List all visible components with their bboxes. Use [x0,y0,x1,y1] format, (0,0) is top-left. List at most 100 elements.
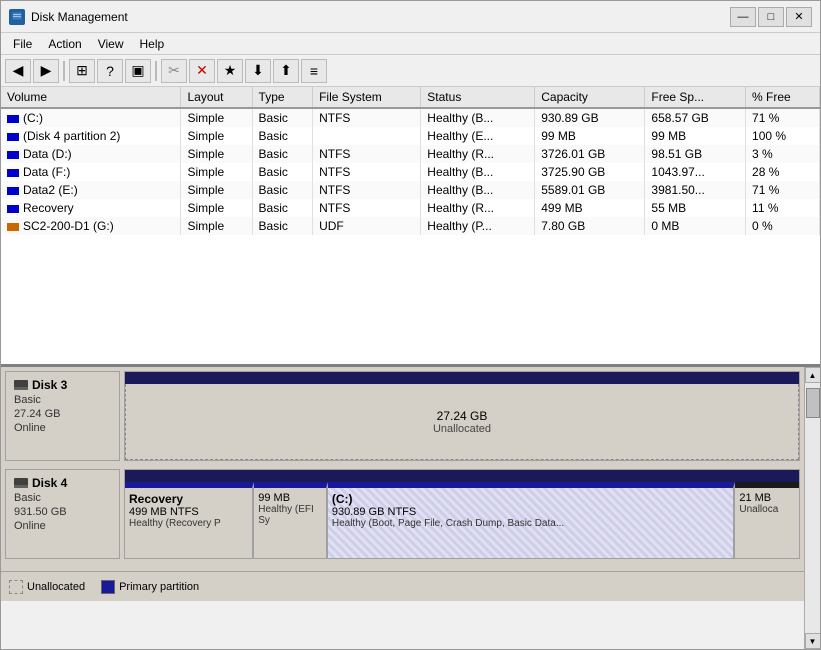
vol-icon [7,151,19,159]
col-layout[interactable]: Layout [181,87,252,108]
title-bar: Disk Management — □ ✕ [1,1,820,33]
delete-button[interactable]: ✕ [189,59,215,83]
col-status[interactable]: Status [421,87,535,108]
disk3-row: Disk 3 Basic 27.24 GB Online 27.24 GB [5,371,800,461]
cell-volume: SC2-200-D1 (G:) [1,217,181,235]
list-button[interactable]: ⊞ [69,59,95,83]
cell-layout: Simple [181,145,252,163]
col-type[interactable]: Type [252,87,313,108]
close-button[interactable]: ✕ [786,7,812,27]
vol-icon [7,187,19,195]
disk4-partitions: Recovery499 MB NTFSHealthy (Recovery P99… [124,469,800,559]
legend-primary: Primary partition [101,580,199,594]
table-row[interactable]: SC2-200-D1 (G:) Simple Basic UDF Healthy… [1,217,820,235]
table-row[interactable]: Data (D:) Simple Basic NTFS Healthy (R..… [1,145,820,163]
mark-active-button[interactable]: ★ [217,59,243,83]
disk3-inner: 27.24 GB Unallocated [125,384,799,460]
table-row[interactable]: Data2 (E:) Simple Basic NTFS Healthy (B.… [1,181,820,199]
col-fs[interactable]: File System [313,87,421,108]
col-pct[interactable]: % Free [746,87,820,108]
maximize-button[interactable]: □ [758,7,784,27]
cell-pct: 11 % [746,199,820,217]
cell-type: Basic [252,127,313,145]
disk4-partition-2[interactable]: (C:)930.89 GB NTFSHealthy (Boot, Page Fi… [328,482,736,558]
back-button[interactable]: ◀ [5,59,31,83]
volume-table: Volume Layout Type File System Status Ca… [1,87,820,235]
partition-name: Recovery [129,492,248,506]
cell-volume: Data (F:) [1,163,181,181]
cell-fs: NTFS [313,181,421,199]
toolbar: ◀ ▶ ⊞ ? ▣ ✂ ✕ ★ ⬇ ⬆ ≡ [1,55,820,87]
cell-volume: Data (D:) [1,145,181,163]
cell-fs: NTFS [313,145,421,163]
view-button[interactable]: ≡ [301,59,327,83]
cell-status: Healthy (R... [421,145,535,163]
col-volume[interactable]: Volume [1,87,181,108]
cell-status: Healthy (E... [421,127,535,145]
table-row[interactable]: Data (F:) Simple Basic NTFS Healthy (B..… [1,163,820,181]
cell-volume: Data2 (E:) [1,181,181,199]
menu-view[interactable]: View [90,35,132,53]
help-button[interactable]: ? [97,59,123,83]
disk3-unalloc-label: Unallocated [433,423,491,435]
disk3-name-text: Disk 3 [32,378,67,392]
cell-capacity: 499 MB [535,199,645,217]
cell-volume: Recovery [1,199,181,217]
partition-size: 99 MB [258,492,322,504]
menu-action[interactable]: Action [40,35,89,53]
cell-fs: NTFS [313,108,421,127]
cell-volume: (C:) [1,108,181,127]
forward-button[interactable]: ▶ [33,59,59,83]
main-content: Volume Layout Type File System Status Ca… [1,87,820,649]
scroll-down-btn[interactable]: ▼ [805,633,821,649]
cell-fs: UDF [313,217,421,235]
vol-icon [7,223,19,231]
partition-status: Healthy (Boot, Page File, Crash Dump, Ba… [332,518,730,529]
disk3-label: Disk 3 Basic 27.24 GB Online [5,371,120,461]
cell-pct: 0 % [746,217,820,235]
partition-status: Healthy (Recovery P [129,518,248,529]
minimize-button[interactable]: — [730,7,756,27]
partition-status: Unalloca [739,504,795,515]
col-capacity[interactable]: Capacity [535,87,645,108]
col-free[interactable]: Free Sp... [645,87,746,108]
wizard-button[interactable]: ✂ [161,59,187,83]
menu-file[interactable]: File [5,35,40,53]
table-row[interactable]: (Disk 4 partition 2) Simple Basic Health… [1,127,820,145]
cell-free: 98.51 GB [645,145,746,163]
cell-free: 658.57 GB [645,108,746,127]
disk-area: Disk 3 Basic 27.24 GB Online 27.24 GB [1,367,804,571]
scroll-thumb[interactable] [806,388,820,418]
properties-button[interactable]: ▣ [125,59,151,83]
disk3-unalloc-size: 27.24 GB [437,409,488,423]
cell-capacity: 99 MB [535,127,645,145]
disk4-partition-1[interactable]: 99 MBHealthy (EFI Sy [254,482,328,558]
vol-icon [7,133,19,141]
table-row[interactable]: Recovery Simple Basic NTFS Healthy (R...… [1,199,820,217]
legend-primary-label: Primary partition [119,581,199,593]
cell-capacity: 5589.01 GB [535,181,645,199]
legend-primary-box [101,580,115,594]
disk-visualization-area: Disk 3 Basic 27.24 GB Online 27.24 GB [1,367,820,649]
scroll-track[interactable] [805,383,821,633]
cell-fs: NTFS [313,163,421,181]
cell-fs: NTFS [313,199,421,217]
partition-size: 930.89 GB NTFS [332,506,730,518]
down-button[interactable]: ⬇ [245,59,271,83]
legend-bar: Unallocated Primary partition [1,571,804,601]
scroll-up-btn[interactable]: ▲ [805,367,821,383]
table-row[interactable]: (C:) Simple Basic NTFS Healthy (B... 930… [1,108,820,127]
volume-table-area: Volume Layout Type File System Status Ca… [1,87,820,367]
menu-help[interactable]: Help [132,35,173,53]
partition-status: Healthy (EFI Sy [258,504,322,526]
cell-pct: 71 % [746,108,820,127]
cell-layout: Simple [181,199,252,217]
up-button[interactable]: ⬆ [273,59,299,83]
cell-layout: Simple [181,217,252,235]
cell-type: Basic [252,181,313,199]
cell-fs [313,127,421,145]
disk4-partition-3[interactable]: 21 MBUnalloca [735,482,799,558]
cell-type: Basic [252,199,313,217]
disk4-partition-0[interactable]: Recovery499 MB NTFSHealthy (Recovery P [125,482,254,558]
disk3-unallocated[interactable]: 27.24 GB Unallocated [125,384,799,460]
